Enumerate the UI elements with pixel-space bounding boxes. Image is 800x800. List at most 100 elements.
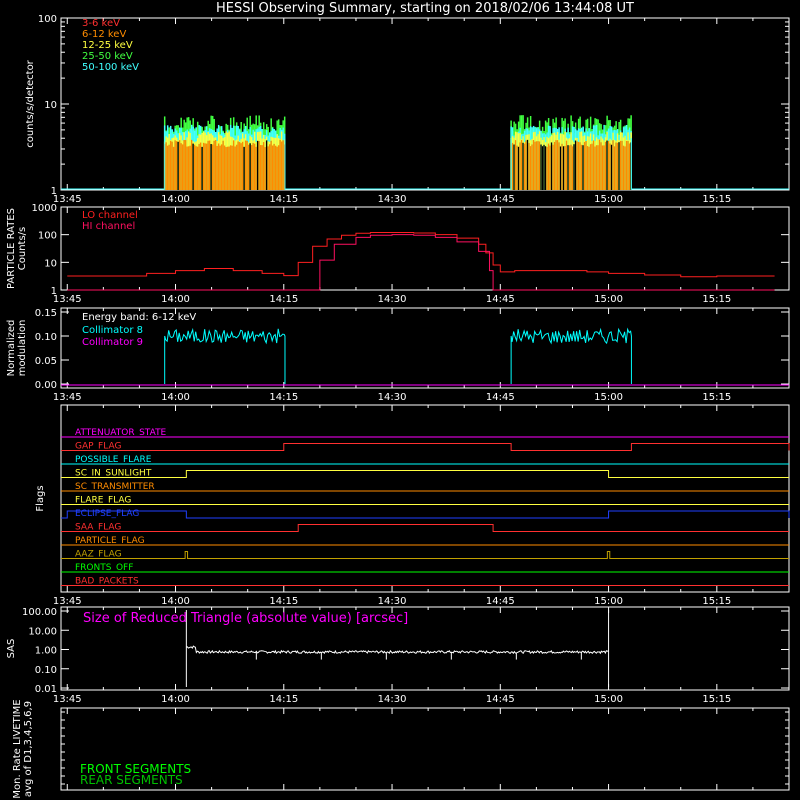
- y-tick-label: 100: [38, 231, 57, 242]
- hi-channel-line: [67, 234, 775, 291]
- modulation-ylabel: Normalized modulation: [6, 320, 28, 377]
- legend-item: 12-25 keV: [82, 40, 133, 51]
- time-tick-label: 14:30: [378, 694, 407, 705]
- flag-label: SAA_FLAG: [75, 523, 121, 533]
- time-tick-label: 15:15: [702, 194, 731, 205]
- flag-line: [61, 470, 789, 478]
- flag-label: BAD_PACKETS: [75, 577, 139, 587]
- y-tick-label: 100.00: [22, 607, 57, 618]
- time-tick-label: 14:15: [269, 694, 298, 705]
- sas-annotation: Size of Reduced Triangle (absolute value…: [83, 611, 408, 626]
- time-tick-label: 14:45: [486, 392, 515, 403]
- y-axis-label-line: PARTICLE RATES: [6, 208, 17, 289]
- time-tick-label: 15:00: [594, 294, 623, 305]
- flag-label: FRONTS_OFF: [75, 563, 133, 573]
- time-tick-label: 14:00: [161, 596, 190, 607]
- y-axis-label-text: Flags: [35, 485, 46, 511]
- time-tick-label: 14:00: [161, 194, 190, 205]
- time-tick-label: 15:15: [702, 294, 731, 305]
- time-tick-label: 15:00: [594, 694, 623, 705]
- y-tick-label: 10: [44, 100, 57, 111]
- counts-interval-2: [510, 115, 632, 190]
- particle-ylabel: PARTICLE RATES Counts/s: [6, 208, 28, 289]
- y-tick-label: 0.01: [35, 684, 57, 695]
- y-tick-label: 0.10: [35, 332, 57, 343]
- legend-item: Collimator 9: [82, 337, 143, 348]
- time-tick-label: 14:45: [486, 194, 515, 205]
- time-tick-label: 15:15: [702, 392, 731, 403]
- y-axis-label-line: modulation: [17, 320, 28, 377]
- flag-line: [61, 524, 789, 532]
- legend-item: 50-100 keV: [82, 62, 139, 73]
- time-tick-label: 14:15: [269, 596, 298, 607]
- livetime-ylabel: Mon. Rate LIVETIME avg of D1,3,4,5,6,9: [12, 699, 34, 798]
- flag-label: ECLIPSE_FLAG: [75, 509, 139, 519]
- legend-item: REAR SEGMENTS: [80, 773, 183, 787]
- flag-label: AAZ_FLAG: [75, 550, 122, 560]
- time-tick-label: 14:30: [378, 596, 407, 607]
- collimator-8-line-1: [164, 327, 286, 384]
- time-tick-label: 13:45: [53, 392, 82, 403]
- time-tick-label: 14:15: [269, 392, 298, 403]
- time-tick-label: 14:15: [269, 194, 298, 205]
- legend-item: HI channel: [82, 221, 135, 232]
- time-tick-label: 14:00: [161, 392, 190, 403]
- y-tick-label: 1: [51, 186, 57, 197]
- y-tick-label: 10: [44, 258, 57, 269]
- flag-label: FLARE_FLAG: [75, 496, 131, 506]
- time-tick-label: 14:00: [161, 294, 190, 305]
- time-tick-label: 15:15: [702, 694, 731, 705]
- flag-line: [61, 551, 789, 559]
- legend-item: LO channel: [82, 210, 138, 221]
- summary-plot: HESSI Observing Summary, starting on 201…: [6, 1, 790, 799]
- counts-ylabel: counts/s/detector: [25, 59, 36, 147]
- legend-item: Energy band: 6-12 keV: [82, 312, 196, 323]
- flag-line: [61, 443, 790, 451]
- y-tick-label: 0.15: [35, 308, 57, 319]
- y-tick-label: 0.00: [35, 380, 57, 391]
- legend-item: Collimator 8: [82, 325, 143, 336]
- y-tick-label: 1000: [32, 203, 57, 214]
- flag-label: POSSIBLE_FLARE: [75, 455, 152, 465]
- y-axis-label-line: Mon. Rate LIVETIME: [12, 699, 23, 798]
- flag-label: SC_IN_SUNLIGHT: [75, 469, 152, 479]
- time-tick-label: 15:00: [594, 596, 623, 607]
- time-tick-label: 14:15: [269, 294, 298, 305]
- counts-interval-1: [163, 115, 286, 190]
- flag-label: SC_TRANSMITTER: [75, 482, 155, 492]
- flag-label: PARTICLE_FLAG: [75, 536, 145, 546]
- time-tick-label: 14:45: [486, 694, 515, 705]
- time-tick-label: 14:30: [378, 194, 407, 205]
- y-tick-label: 1: [51, 286, 57, 297]
- y-tick-label: 10.00: [28, 626, 57, 637]
- flags-ylabel: Flags: [35, 485, 46, 511]
- time-tick-label: 13:45: [53, 596, 82, 607]
- chart-title: HESSI Observing Summary, starting on 201…: [216, 1, 634, 16]
- flag-label: ATTENUATOR_STATE: [75, 428, 167, 438]
- time-tick-label: 13:45: [53, 194, 82, 205]
- flag-line: [61, 510, 790, 519]
- y-axis-label-line: Counts/s: [17, 227, 28, 271]
- y-axis-label-line: Normalized: [6, 320, 17, 377]
- time-tick-label: 13:45: [53, 694, 82, 705]
- y-tick-label: 100: [38, 14, 57, 25]
- y-axis-label-text: SAS: [6, 639, 17, 659]
- legend-item: 6-12 keV: [82, 29, 126, 40]
- y-tick-label: 1.00: [35, 646, 57, 657]
- collimator-8-line-2: [510, 327, 632, 384]
- time-tick-label: 13:45: [53, 294, 82, 305]
- panel-frame-4: [60, 404, 790, 593]
- lo-channel-line: [67, 231, 775, 278]
- y-axis-label-line: avg of D1,3,4,5,6,9: [23, 701, 34, 797]
- time-tick-label: 14:45: [486, 294, 515, 305]
- y-axis-label-text: counts/s/detector: [25, 59, 36, 147]
- y-tick-label: 0.10: [35, 665, 57, 676]
- hessi-summary: HESSI Observing Summary, starting on 201…: [0, 0, 800, 800]
- time-tick-label: 14:30: [378, 294, 407, 305]
- flag-label: GAP_FLAG: [75, 442, 121, 452]
- time-tick-label: 14:30: [378, 392, 407, 403]
- time-tick-label: 14:45: [486, 596, 515, 607]
- legend-item: 25-50 keV: [82, 51, 133, 62]
- time-tick-label: 14:00: [161, 694, 190, 705]
- time-tick-label: 15:15: [702, 596, 731, 607]
